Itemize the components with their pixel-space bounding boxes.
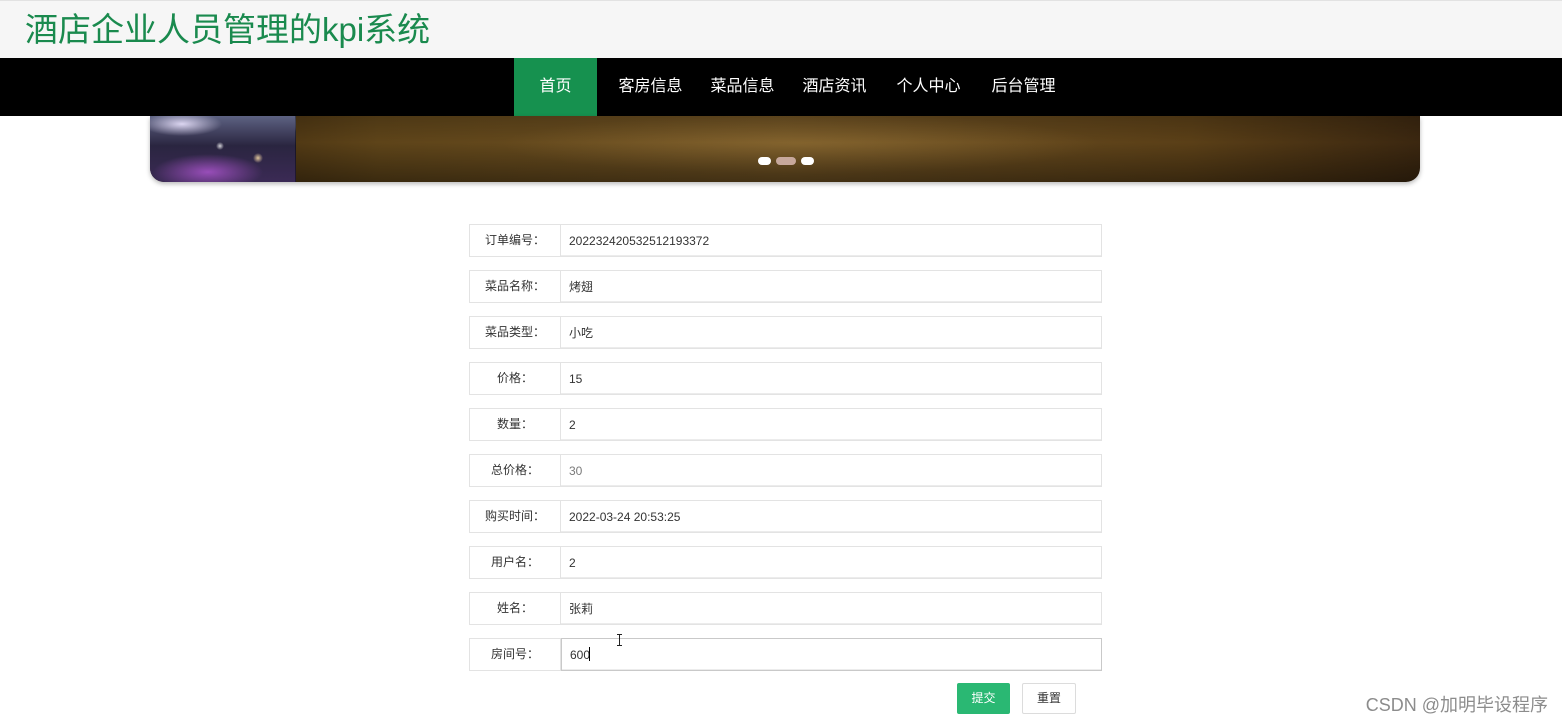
quantity-label: 数量： [469, 408, 561, 441]
reset-button[interactable]: 重置 [1022, 683, 1076, 714]
form-row-dish-type: 菜品类型： [469, 316, 1102, 349]
nav-item-news[interactable]: 酒店资讯 [788, 58, 881, 116]
price-label: 价格： [469, 362, 561, 395]
submit-button[interactable]: 提交 [957, 683, 1010, 714]
form-row-price: 价格： [469, 362, 1102, 395]
nav-item-admin[interactable]: 后台管理 [977, 58, 1070, 116]
text-caret [589, 647, 590, 661]
banner-carousel [150, 116, 1420, 182]
dish-type-input[interactable] [561, 316, 1102, 349]
form-row-quantity: 数量： [469, 408, 1102, 441]
nav-item-rooms[interactable]: 客房信息 [604, 58, 697, 116]
carousel-indicators [758, 157, 814, 165]
form-row-room-number: 房间号： [469, 638, 1102, 671]
username-input[interactable] [561, 546, 1102, 579]
order-number-input[interactable] [561, 224, 1102, 257]
price-input[interactable] [561, 362, 1102, 395]
mouse-cursor-icon [617, 634, 622, 646]
form-row-order-number: 订单编号： [469, 224, 1102, 257]
nav-item-dishes[interactable]: 菜品信息 [696, 58, 789, 116]
csdn-watermark: CSDN @加明毕设程序 [1365, 695, 1548, 715]
form-row-full-name: 姓名： [469, 592, 1102, 625]
site-header: 酒店企业人员管理的kpi系统 [0, 0, 1562, 58]
form-row-purchase-time: 购买时间： [469, 500, 1102, 533]
main-nav: 首页 客房信息 菜品信息 酒店资讯 个人中心 后台管理 [0, 58, 1562, 116]
form-row-username: 用户名： [469, 546, 1102, 579]
dish-type-label: 菜品类型： [469, 316, 561, 349]
carousel-dot[interactable] [776, 157, 796, 165]
dish-name-input[interactable] [561, 270, 1102, 303]
username-label: 用户名： [469, 546, 561, 579]
form-row-total-price: 总价格： [469, 454, 1102, 487]
room-number-input[interactable] [561, 638, 1102, 671]
total-price-label: 总价格： [469, 454, 561, 487]
app-title: 酒店企业人员管理的kpi系统 [25, 11, 431, 48]
order-number-label: 订单编号： [469, 224, 561, 257]
total-price-input[interactable] [561, 454, 1102, 487]
purchase-time-input[interactable] [561, 500, 1102, 533]
full-name-input[interactable] [561, 592, 1102, 625]
nav-item-profile[interactable]: 个人中心 [882, 58, 975, 116]
full-name-label: 姓名： [469, 592, 561, 625]
purchase-time-label: 购买时间： [469, 500, 561, 533]
banner-image [150, 116, 296, 182]
nav-item-home[interactable]: 首页 [514, 58, 597, 116]
order-form: 订单编号： 菜品名称： 菜品类型： 价格： 数量： 总价格： 购买时间： 用户名… [469, 224, 1102, 684]
carousel-dot[interactable] [801, 157, 814, 165]
quantity-input[interactable] [561, 408, 1102, 441]
carousel-dot[interactable] [758, 157, 771, 165]
room-number-label: 房间号： [469, 638, 561, 671]
form-row-dish-name: 菜品名称： [469, 270, 1102, 303]
dish-name-label: 菜品名称： [469, 270, 561, 303]
